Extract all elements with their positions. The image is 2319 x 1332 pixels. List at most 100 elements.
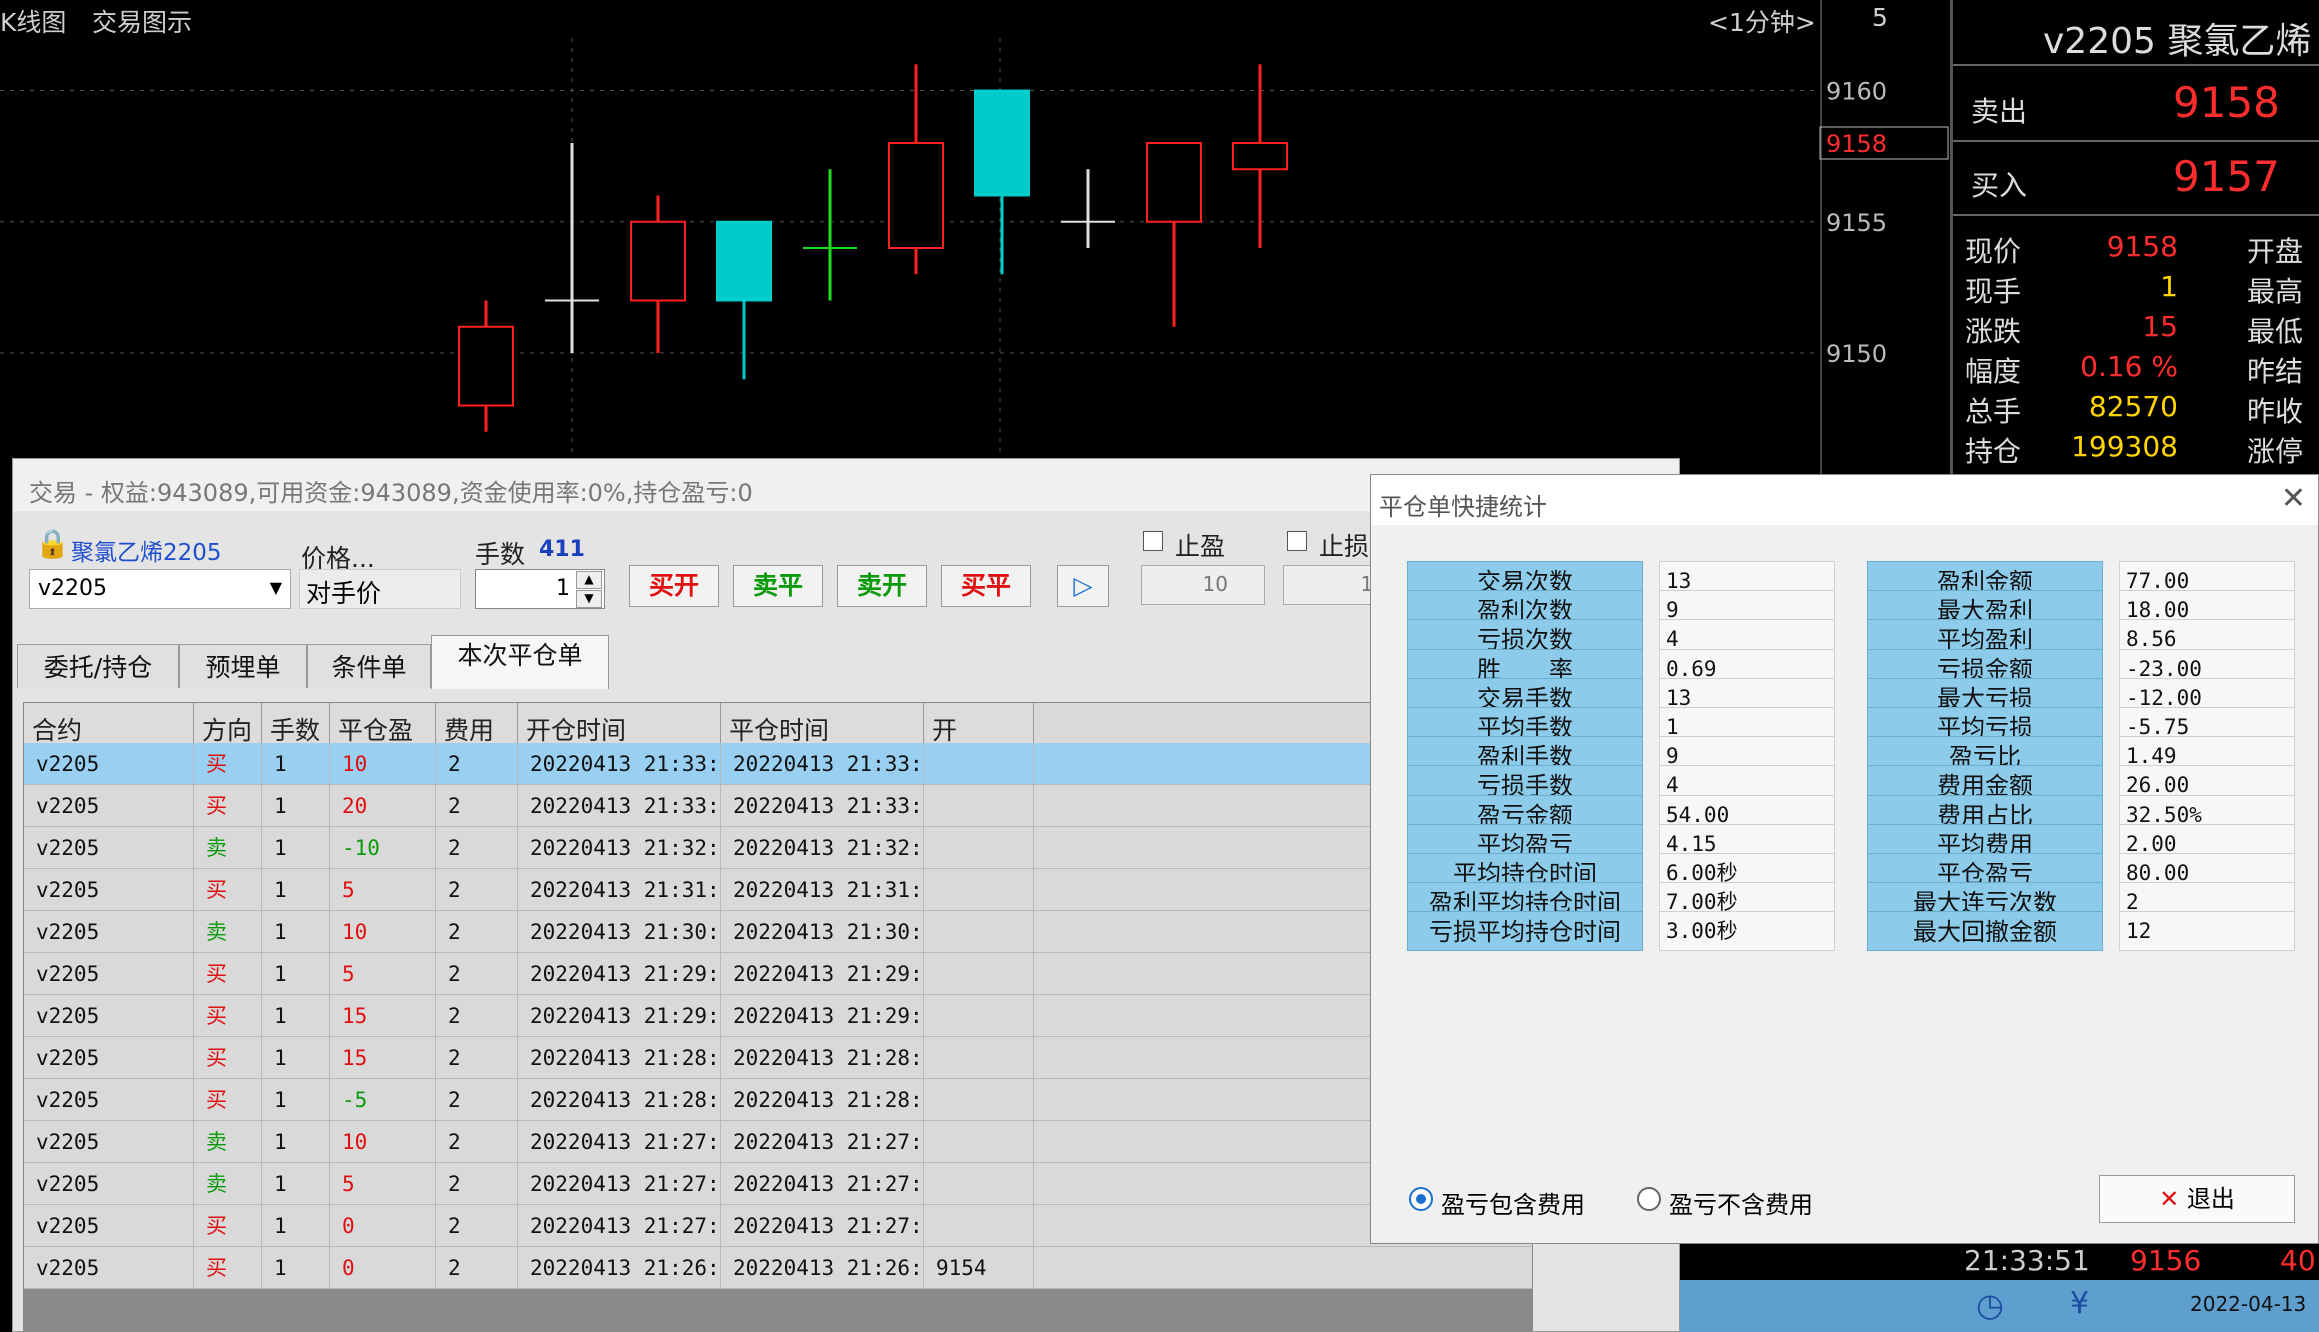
qty-down-icon[interactable]: ▼ [576, 590, 602, 608]
cell-q: 1 [262, 911, 330, 953]
tab-orders-positions[interactable]: 委托/持仓 [17, 644, 179, 688]
tab-conditional-orders[interactable]: 条件单 [307, 644, 431, 688]
cell-q: 1 [262, 1121, 330, 1163]
table-row[interactable]: v2205买115220220413 21:29:0620220413 21:2… [24, 995, 1532, 1037]
tab-trade-chart[interactable]: 交易图示 [92, 3, 192, 39]
cell-f: 2 [436, 1247, 518, 1289]
candlestick-chart[interactable]: 9160 9158 9155 9150 [0, 38, 1950, 458]
stat-value: 3.00秒 [1659, 911, 1835, 952]
column-header[interactable]: 合约 [24, 703, 194, 745]
buy-open-button[interactable]: 买开 [629, 565, 719, 607]
candle-body [716, 220, 772, 302]
bid-price[interactable]: 9157 [2173, 152, 2280, 201]
table-row[interactable]: v2205卖1-10220220413 21:32:0220220413 21:… [24, 827, 1532, 869]
cell-x: 20220413 21:27:19 [721, 1163, 924, 1205]
table-row[interactable]: v2205卖15220220413 21:27:1320220413 21:27… [24, 1163, 1532, 1205]
cell-q: 1 [262, 1205, 330, 1247]
yuan-icon[interactable]: ¥ [2070, 1286, 2089, 1321]
status-extra: 40 [2280, 1244, 2316, 1277]
cell-q: 1 [262, 953, 330, 995]
column-header[interactable]: 平仓时间 [721, 703, 924, 745]
cell-d: 买 [194, 869, 262, 911]
table-row[interactable]: v2205买115220220413 21:28:1420220413 21:2… [24, 1037, 1532, 1079]
stop-loss-checkbox[interactable] [1287, 531, 1307, 551]
cell-f: 2 [436, 1079, 518, 1121]
cell-x: 20220413 21:30:38 [721, 911, 924, 953]
candle-body [458, 325, 514, 407]
cell-d: 卖 [194, 1163, 262, 1205]
qty-stepper[interactable]: 1 ▲ ▼ [475, 569, 605, 609]
stop-profit-checkbox[interactable] [1143, 531, 1163, 551]
cell-c: v2205 [24, 1079, 194, 1121]
table-row[interactable]: v2205买10220220413 21:26:1320220413 21:26… [24, 1247, 1532, 1289]
column-header[interactable]: 费用 [436, 703, 518, 745]
cell-q: 1 [262, 869, 330, 911]
cell-p: 15 [330, 995, 436, 1037]
table-row[interactable]: v2205买10220220413 21:27:0520220413 21:27… [24, 1205, 1532, 1247]
table-row[interactable]: v2205卖110220220413 21:27:3320220413 21:2… [24, 1121, 1532, 1163]
column-header[interactable]: 方向 [194, 703, 262, 745]
stop-profit-input[interactable]: 10 [1141, 565, 1265, 605]
cell-o: 20220413 21:33:00 [518, 785, 721, 827]
quote-value: 15 [2142, 310, 2178, 343]
cell-c: v2205 [24, 827, 194, 869]
cell-f: 2 [436, 743, 518, 785]
column-header[interactable]: 手数 [262, 703, 330, 745]
cell-f: 2 [436, 953, 518, 995]
cell-f: 2 [436, 785, 518, 827]
table-row[interactable]: v2205买120220220413 21:33:0020220413 21:3… [24, 785, 1532, 827]
candle-body [888, 142, 944, 249]
column-header[interactable]: 开 [924, 703, 1034, 745]
buy-close-button[interactable]: 买平 [941, 565, 1031, 607]
cell-c: v2205 [24, 1247, 194, 1289]
tab-closed-orders[interactable]: 本次平仓单 [431, 635, 609, 689]
cell-o: 20220413 21:27:13 [518, 1163, 721, 1205]
contract-select[interactable]: v2205 ▼ [29, 569, 291, 609]
chart-top-bar: K线图 交易图示 <1分钟> 5 [0, 0, 1950, 38]
play-icon[interactable]: ▷ [1057, 565, 1109, 607]
table-row[interactable]: v2205买110220220413 21:33:4220220413 21:3… [24, 743, 1532, 785]
quote-label: 持仓 [1965, 435, 2022, 468]
column-header[interactable]: 平仓盈亏 [330, 703, 436, 781]
cell-c: v2205 [24, 911, 194, 953]
qty-up-icon[interactable]: ▲ [576, 571, 602, 589]
cell-o: 20220413 21:27:33 [518, 1121, 721, 1163]
cell-o: 20220413 21:29:47 [518, 953, 721, 995]
quote-right-label: 最低 [2247, 315, 2304, 348]
table-row[interactable]: v2205买1-5220220413 21:28:0320220413 21:2… [24, 1079, 1532, 1121]
tab-kline[interactable]: K线图 [0, 3, 66, 39]
quote-value: 199308 [2071, 430, 2178, 463]
price-mode[interactable]: 对手价 [299, 569, 461, 609]
cell-d: 买 [194, 995, 262, 1037]
cell-e [924, 743, 1034, 785]
sell-close-button[interactable]: 卖平 [733, 565, 823, 607]
tab-preset-orders[interactable]: 预埋单 [179, 644, 307, 688]
chevron-down-icon: ▼ [269, 578, 282, 597]
exclude-fee-radio[interactable] [1637, 1187, 1661, 1211]
cell-p: -10 [330, 827, 436, 869]
close-icon[interactable]: ✕ [2281, 481, 2306, 516]
period-selector[interactable]: <1分钟> [1708, 3, 1816, 39]
ask-price[interactable]: 9158 [2173, 78, 2280, 127]
quote-panel: v2205 聚氯乙烯 卖出 9158 买入 9157 现价 9158 开盘 现手 … [1950, 0, 2319, 480]
table-row[interactable]: v2205买15220220413 21:31:5220220413 21:31… [24, 869, 1532, 911]
column-header[interactable]: 开仓时间 [518, 703, 721, 745]
candle-body [630, 220, 686, 302]
quote-right-label: 昨收 [2247, 395, 2304, 428]
exit-button[interactable]: ✕ 退出 [2099, 1175, 2295, 1223]
ask-label: 卖出 [1971, 95, 2028, 128]
table-row[interactable]: v2205卖110220220413 21:30:3120220413 21:3… [24, 911, 1532, 953]
quote-value: 0.16 % [2080, 350, 2178, 383]
cell-e [924, 1205, 1034, 1247]
include-fee-radio[interactable] [1409, 1187, 1433, 1211]
horizontal-scrollbar[interactable] [23, 1289, 1533, 1332]
cell-c: v2205 [24, 1205, 194, 1247]
cell-f: 2 [436, 1205, 518, 1247]
candle-body [1232, 142, 1288, 171]
lock-icon[interactable]: 🔒 [35, 527, 70, 560]
cell-x: 20220413 21:32:04 [721, 827, 924, 869]
cell-o: 20220413 21:31:52 [518, 869, 721, 911]
clock-icon[interactable]: ◷ [1976, 1286, 2004, 1324]
table-row[interactable]: v2205买15220220413 21:29:4720220413 21:29… [24, 953, 1532, 995]
sell-open-button[interactable]: 卖开 [837, 565, 927, 607]
